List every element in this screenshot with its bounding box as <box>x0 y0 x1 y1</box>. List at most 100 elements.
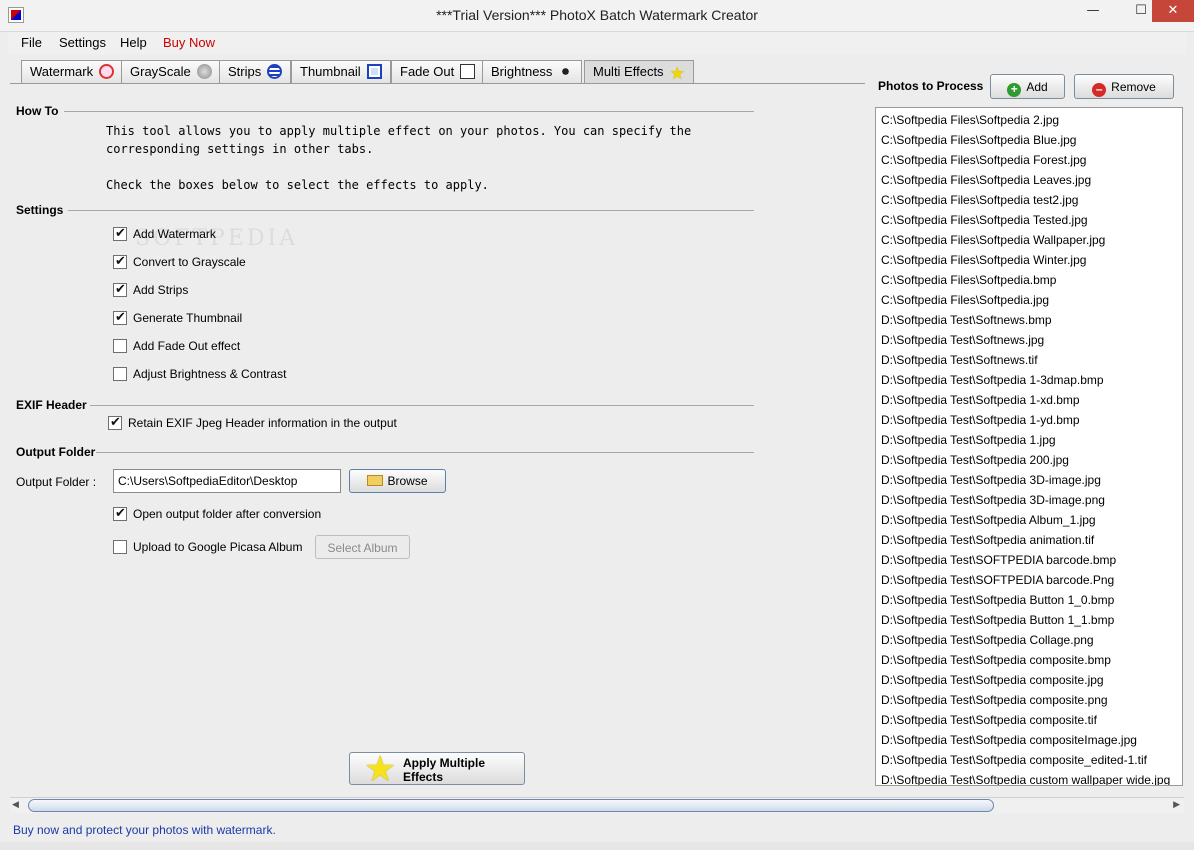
list-item[interactable]: D:\Softpedia Test\Softpedia Collage.png <box>881 630 1177 650</box>
list-item[interactable]: D:\Softpedia Test\Softpedia Button 1_1.b… <box>881 610 1177 630</box>
list-item[interactable]: D:\Softpedia Test\Softnews.jpg <box>881 330 1177 350</box>
convert-grayscale-label: Convert to Grayscale <box>133 255 246 269</box>
list-item[interactable]: D:\Softpedia Test\SOFTPEDIA barcode.bmp <box>881 550 1177 570</box>
tab-label: Strips <box>228 64 262 79</box>
list-item[interactable]: D:\Softpedia Test\Softpedia custom wallp… <box>881 770 1177 785</box>
list-item[interactable]: D:\Softpedia Test\Softpedia 1.jpg <box>881 430 1177 450</box>
tab-strips[interactable]: Strips <box>219 60 292 83</box>
apply-button-label: Apply Multiple Effects <box>403 756 513 784</box>
select-album-button[interactable]: Select Album <box>315 535 410 559</box>
list-item[interactable]: D:\Softpedia Test\Softpedia 1-3dmap.bmp <box>881 370 1177 390</box>
list-item[interactable]: D:\Softpedia Test\Softnews.bmp <box>881 310 1177 330</box>
list-item[interactable]: D:\Softpedia Test\Softpedia composite_ed… <box>881 750 1177 770</box>
exif-heading: EXIF Header <box>16 398 87 412</box>
scrollbar-thumb[interactable] <box>28 799 994 812</box>
add-watermark-label: Add Watermark <box>133 227 216 241</box>
tab-grayscale[interactable]: GrayScale <box>121 60 221 83</box>
retain-exif-checkbox[interactable] <box>108 414 122 430</box>
grayscale-icon <box>196 64 212 79</box>
menu-help[interactable]: Help <box>120 35 147 50</box>
menu-settings[interactable]: Settings <box>59 35 106 50</box>
horizontal-scrollbar[interactable]: ◀ ▶ <box>10 797 1184 813</box>
list-item[interactable]: D:\Softpedia Test\Softpedia 3D-image.jpg <box>881 470 1177 490</box>
window-title: ***Trial Version*** PhotoX Batch Waterma… <box>436 7 758 23</box>
tab-brightness[interactable]: Brightness <box>482 60 583 83</box>
watermark-icon <box>99 64 115 79</box>
adjust-brightness-label: Adjust Brightness & Contrast <box>133 367 287 381</box>
add-strips-checkbox[interactable] <box>113 281 127 297</box>
list-item[interactable]: D:\Softpedia Test\Softpedia composite.pn… <box>881 690 1177 710</box>
list-item[interactable]: D:\Softpedia Test\Softnews.tif <box>881 350 1177 370</box>
folder-icon <box>367 475 384 486</box>
add-button[interactable]: + Add <box>990 74 1065 99</box>
close-button[interactable]: ✕ <box>1152 0 1194 22</box>
add-label: Add <box>1026 80 1048 94</box>
tab-fade-out[interactable]: Fade Out <box>391 60 485 83</box>
status-message[interactable]: Buy now and protect your photos with wat… <box>13 823 276 837</box>
minus-icon: – <box>1092 83 1107 97</box>
scroll-left-icon[interactable]: ◀ <box>12 800 19 810</box>
browse-button[interactable]: Browse <box>349 469 446 493</box>
how-to-divider <box>64 111 754 112</box>
tab-watermark[interactable]: Watermark <box>21 60 124 83</box>
list-item[interactable]: D:\Softpedia Test\Softpedia 200.jpg <box>881 450 1177 470</box>
list-item[interactable]: C:\Softpedia Files\Softpedia Winter.jpg <box>881 250 1177 270</box>
tab-label: Multi Effects <box>593 64 664 79</box>
list-item[interactable]: D:\Softpedia Test\Softpedia 3D-image.png <box>881 490 1177 510</box>
star-icon: ★ <box>364 748 397 789</box>
photos-list[interactable]: C:\Softpedia Files\Softpedia 2.jpg C:\Sof… <box>875 107 1183 786</box>
list-item[interactable]: C:\Softpedia Files\Softpedia 2.jpg <box>881 110 1177 130</box>
remove-label: Remove <box>1111 80 1156 94</box>
minimize-button[interactable]: — <box>1080 0 1106 22</box>
generate-thumbnail-checkbox[interactable] <box>113 309 127 325</box>
output-folder-heading: Output Folder <box>16 445 96 459</box>
open-output-folder-label: Open output folder after conversion <box>133 507 322 521</box>
remove-button[interactable]: – Remove <box>1074 74 1174 99</box>
list-item[interactable]: D:\Softpedia Test\Softpedia compositeIma… <box>881 730 1177 750</box>
list-item[interactable]: D:\Softpedia Test\Softpedia 1-yd.bmp <box>881 410 1177 430</box>
menu-buy-now[interactable]: Buy Now <box>163 35 215 50</box>
output-folder-input[interactable]: C:\Users\SoftpediaEditor\Desktop <box>113 469 341 493</box>
tab-thumbnail[interactable]: Thumbnail <box>291 60 391 83</box>
list-item[interactable]: D:\Softpedia Test\Softpedia 1-xd.bmp <box>881 390 1177 410</box>
list-item[interactable]: C:\Softpedia Files\Softpedia Tested.jpg <box>881 210 1177 230</box>
tab-label: Thumbnail <box>300 64 361 79</box>
convert-grayscale-checkbox[interactable] <box>113 253 127 269</box>
tab-multi-effects[interactable]: Multi Effects ★ <box>584 60 694 83</box>
open-output-folder-checkbox[interactable] <box>113 505 127 521</box>
list-item[interactable]: D:\Softpedia Test\Softpedia composite.jp… <box>881 670 1177 690</box>
scroll-right-icon[interactable]: ▶ <box>1173 800 1180 810</box>
list-item[interactable]: C:\Softpedia Files\Softpedia Blue.jpg <box>881 130 1177 150</box>
list-item[interactable]: D:\Softpedia Test\Softpedia Button 1_0.b… <box>881 590 1177 610</box>
list-item[interactable]: D:\Softpedia Test\SOFTPEDIA barcode.Png <box>881 570 1177 590</box>
list-item[interactable]: D:\Softpedia Test\Softpedia Album_1.jpg <box>881 510 1177 530</box>
tab-label: Brightness <box>491 64 553 79</box>
list-item[interactable]: D:\Softpedia Test\Softpedia animation.ti… <box>881 530 1177 550</box>
list-item[interactable]: C:\Softpedia Files\Softpedia Wallpaper.j… <box>881 230 1177 250</box>
how-to-heading: How To <box>16 104 59 118</box>
adjust-brightness-checkbox[interactable] <box>113 367 127 381</box>
plus-icon: + <box>1007 83 1022 97</box>
add-watermark-checkbox[interactable] <box>113 225 127 241</box>
apply-multiple-effects-button[interactable]: ★ Apply Multiple Effects <box>349 748 525 789</box>
list-item[interactable]: C:\Softpedia Files\Softpedia.bmp <box>881 270 1177 290</box>
tab-label: Watermark <box>30 64 94 79</box>
list-item[interactable]: C:\Softpedia Files\Softpedia.jpg <box>881 290 1177 310</box>
add-strips-label: Add Strips <box>133 283 189 297</box>
list-item[interactable]: D:\Softpedia Test\Softpedia composite.bm… <box>881 650 1177 670</box>
menu-file[interactable]: File <box>21 35 42 50</box>
list-item[interactable]: C:\Softpedia Files\Softpedia Leaves.jpg <box>881 170 1177 190</box>
output-folder-divider <box>96 452 754 453</box>
list-item[interactable]: D:\Softpedia Test\Softpedia composite.ti… <box>881 710 1177 730</box>
retain-exif-label: Retain EXIF Jpeg Header information in t… <box>128 416 397 430</box>
list-item[interactable]: C:\Softpedia Files\Softpedia Forest.jpg <box>881 150 1177 170</box>
menu-bar: File Settings Help Buy Now <box>8 32 1186 54</box>
maximize-button[interactable]: ☐ <box>1128 0 1154 22</box>
how-to-text-3: Check the boxes below to select the effe… <box>106 178 489 192</box>
title-bar: ***Trial Version*** PhotoX Batch Waterma… <box>0 0 1194 32</box>
upload-picasa-label: Upload to Google Picasa Album <box>133 540 303 554</box>
upload-picasa-checkbox[interactable] <box>113 540 127 554</box>
list-item[interactable]: C:\Softpedia Files\Softpedia test2.jpg <box>881 190 1177 210</box>
star-icon: ★ <box>669 64 685 83</box>
add-fade-out-checkbox[interactable] <box>113 339 127 353</box>
